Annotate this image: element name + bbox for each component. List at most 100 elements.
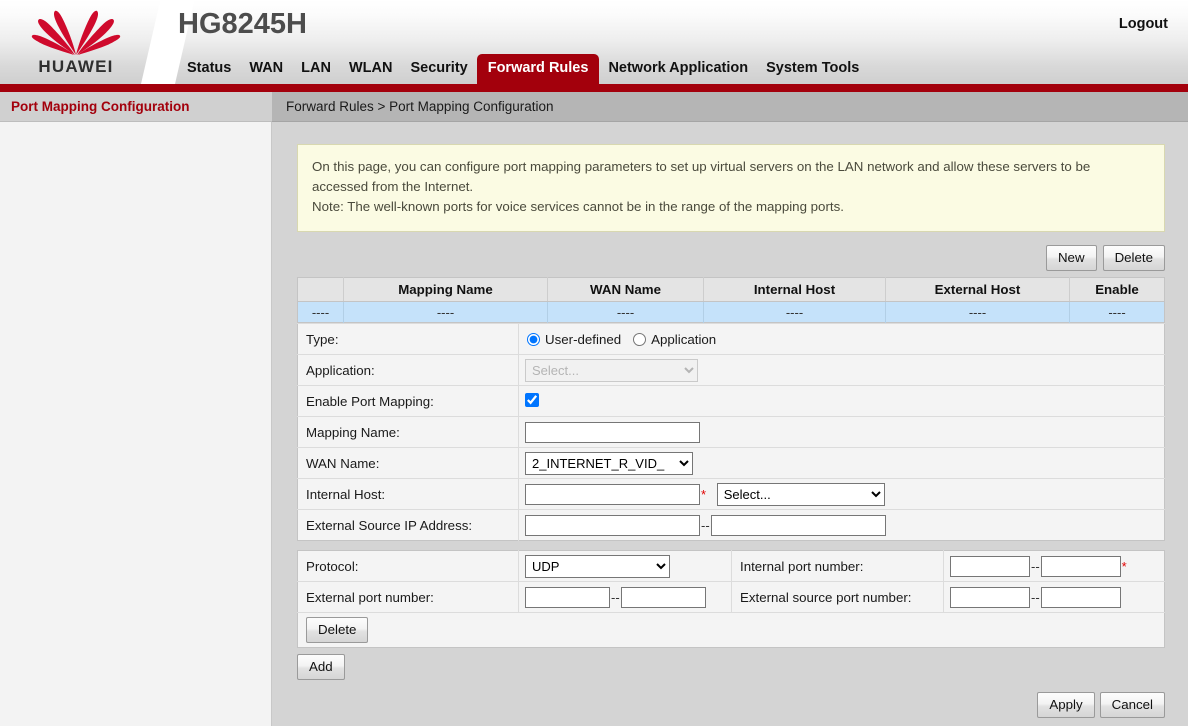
field-internal-port-number: -- * [944, 551, 1165, 582]
application-select[interactable]: Select... [525, 359, 698, 382]
enable-port-mapping-checkbox[interactable] [525, 393, 539, 407]
content-inner: On this page, you can configure port map… [297, 144, 1165, 680]
external-source-port-start-input[interactable] [950, 587, 1030, 608]
wan-name-select[interactable]: 2_INTERNET_R_VID_ [525, 452, 693, 475]
cancel-button[interactable]: Cancel [1100, 692, 1165, 718]
radio-label-application: Application [651, 332, 716, 347]
nav-item-status[interactable]: Status [178, 54, 240, 84]
protocol-select[interactable]: UDP [525, 555, 670, 578]
field-type: User-defined Application [519, 324, 1165, 355]
notice-line-2: Note: The well-known ports for voice ser… [312, 197, 1150, 217]
field-application: Select... [519, 355, 1165, 386]
page-body: On this page, you can configure port map… [0, 122, 1188, 726]
protocol-rule-table: Protocol: UDP Internal port number: --* … [297, 550, 1165, 648]
form-row-internal-host: Internal Host: * Select... [298, 479, 1165, 510]
main-navigation: Status WAN LAN WLAN Security Forward Rul… [178, 54, 868, 84]
external-port-start-input[interactable] [525, 587, 610, 608]
table-row[interactable]: ---- ---- ---- ---- ---- ---- [298, 302, 1165, 323]
internal-host-input[interactable] [525, 484, 700, 505]
label-protocol: Protocol: [298, 551, 519, 582]
port-mapping-form-table: Type: User-defined Application [297, 323, 1165, 541]
column-header-select [298, 278, 344, 302]
internal-host-select[interactable]: Select... [717, 483, 885, 506]
column-header-internal-host: Internal Host [704, 278, 886, 302]
field-external-source-ip: -- [519, 510, 1165, 541]
protocol-row-2: External port number: -- External source… [298, 582, 1165, 613]
add-button[interactable]: Add [297, 654, 345, 680]
nav-item-wlan[interactable]: WLAN [340, 54, 402, 84]
info-notice: On this page, you can configure port map… [297, 144, 1165, 232]
field-mapping-name [519, 417, 1165, 448]
external-port-end-input[interactable] [621, 587, 706, 608]
radio-option-user-defined[interactable]: User-defined [527, 332, 621, 347]
subheader: Port Mapping Configuration Forward Rules… [0, 92, 1188, 122]
field-external-source-port-number: -- [944, 582, 1165, 613]
external-source-ip-end-input[interactable] [711, 515, 886, 536]
cell-enable: ---- [1070, 302, 1165, 323]
field-wan-name: 2_INTERNET_R_VID_ [519, 448, 1165, 479]
huawei-wordmark: HUAWEI [38, 57, 113, 77]
label-external-source-ip: External Source IP Address: [298, 510, 519, 541]
label-type: Type: [298, 324, 519, 355]
internal-port-range-separator: -- [1031, 559, 1040, 574]
external-source-port-range-separator: -- [1031, 590, 1040, 605]
radio-option-application[interactable]: Application [633, 332, 716, 347]
field-protocol-delete: Delete [298, 613, 1165, 648]
form-row-application: Application: Select... [298, 355, 1165, 386]
nav-item-network-application[interactable]: Network Application [599, 54, 757, 84]
protocol-delete-button[interactable]: Delete [306, 617, 368, 643]
protocol-row-1: Protocol: UDP Internal port number: -- * [298, 551, 1165, 582]
label-internal-port-number: Internal port number: [732, 551, 944, 582]
internal-port-required-marker: * [1122, 559, 1127, 574]
cell-internal-host: ---- [704, 302, 886, 323]
sidebar [0, 122, 272, 726]
cell-wan-name: ---- [548, 302, 704, 323]
page-header: HUAWEI HG8245H Logout Status WAN LAN WLA… [0, 0, 1188, 84]
content-area: On this page, you can configure port map… [272, 122, 1188, 726]
apply-button[interactable]: Apply [1037, 692, 1094, 718]
external-source-ip-start-input[interactable] [525, 515, 700, 536]
cell-external-host: ---- [886, 302, 1070, 323]
radio-label-user-defined: User-defined [545, 332, 621, 347]
column-header-wan-name: WAN Name [548, 278, 704, 302]
internal-port-start-input[interactable] [950, 556, 1030, 577]
nav-item-forward-rules[interactable]: Forward Rules [477, 54, 600, 84]
cell-select: ---- [298, 302, 344, 323]
internal-host-required-marker: * [701, 487, 706, 502]
column-header-external-host: External Host [886, 278, 1070, 302]
form-row-enable-port-mapping: Enable Port Mapping: [298, 386, 1165, 417]
label-internal-host: Internal Host: [298, 479, 519, 510]
port-mapping-list-table: Mapping Name WAN Name Internal Host Exte… [297, 277, 1165, 323]
field-protocol: UDP [519, 551, 732, 582]
breadcrumb: Forward Rules > Port Mapping Configurati… [272, 92, 1188, 122]
logout-link[interactable]: Logout [1119, 16, 1168, 32]
protocol-row-delete: Delete [298, 613, 1165, 648]
field-internal-host: * Select... [519, 479, 1165, 510]
form-actions: Apply Cancel [1037, 692, 1165, 718]
nav-item-lan[interactable]: LAN [292, 54, 340, 84]
external-source-ip-range-separator: -- [701, 518, 710, 533]
label-wan-name: WAN Name: [298, 448, 519, 479]
form-row-wan-name: WAN Name: 2_INTERNET_R_VID_ [298, 448, 1165, 479]
huawei-logo: HUAWEI [0, 0, 152, 84]
cell-mapping-name: ---- [344, 302, 548, 323]
label-mapping-name: Mapping Name: [298, 417, 519, 448]
form-row-type: Type: User-defined Application [298, 324, 1165, 355]
table-header-row: Mapping Name WAN Name Internal Host Exte… [298, 278, 1165, 302]
nav-item-security[interactable]: Security [401, 54, 476, 84]
radio-user-defined[interactable] [527, 333, 540, 346]
nav-item-wan[interactable]: WAN [240, 54, 292, 84]
external-port-range-separator: -- [611, 590, 620, 605]
mapping-name-input[interactable] [525, 422, 700, 443]
delete-button[interactable]: Delete [1103, 245, 1165, 271]
field-enable-port-mapping [519, 386, 1165, 417]
notice-line-1: On this page, you can configure port map… [312, 157, 1150, 197]
label-external-port-number: External port number: [298, 582, 519, 613]
list-toolbar: New Delete [297, 245, 1165, 271]
external-source-port-end-input[interactable] [1041, 587, 1121, 608]
new-button[interactable]: New [1046, 245, 1097, 271]
label-enable-port-mapping: Enable Port Mapping: [298, 386, 519, 417]
radio-application[interactable] [633, 333, 646, 346]
internal-port-end-input[interactable] [1041, 556, 1121, 577]
nav-item-system-tools[interactable]: System Tools [757, 54, 868, 84]
